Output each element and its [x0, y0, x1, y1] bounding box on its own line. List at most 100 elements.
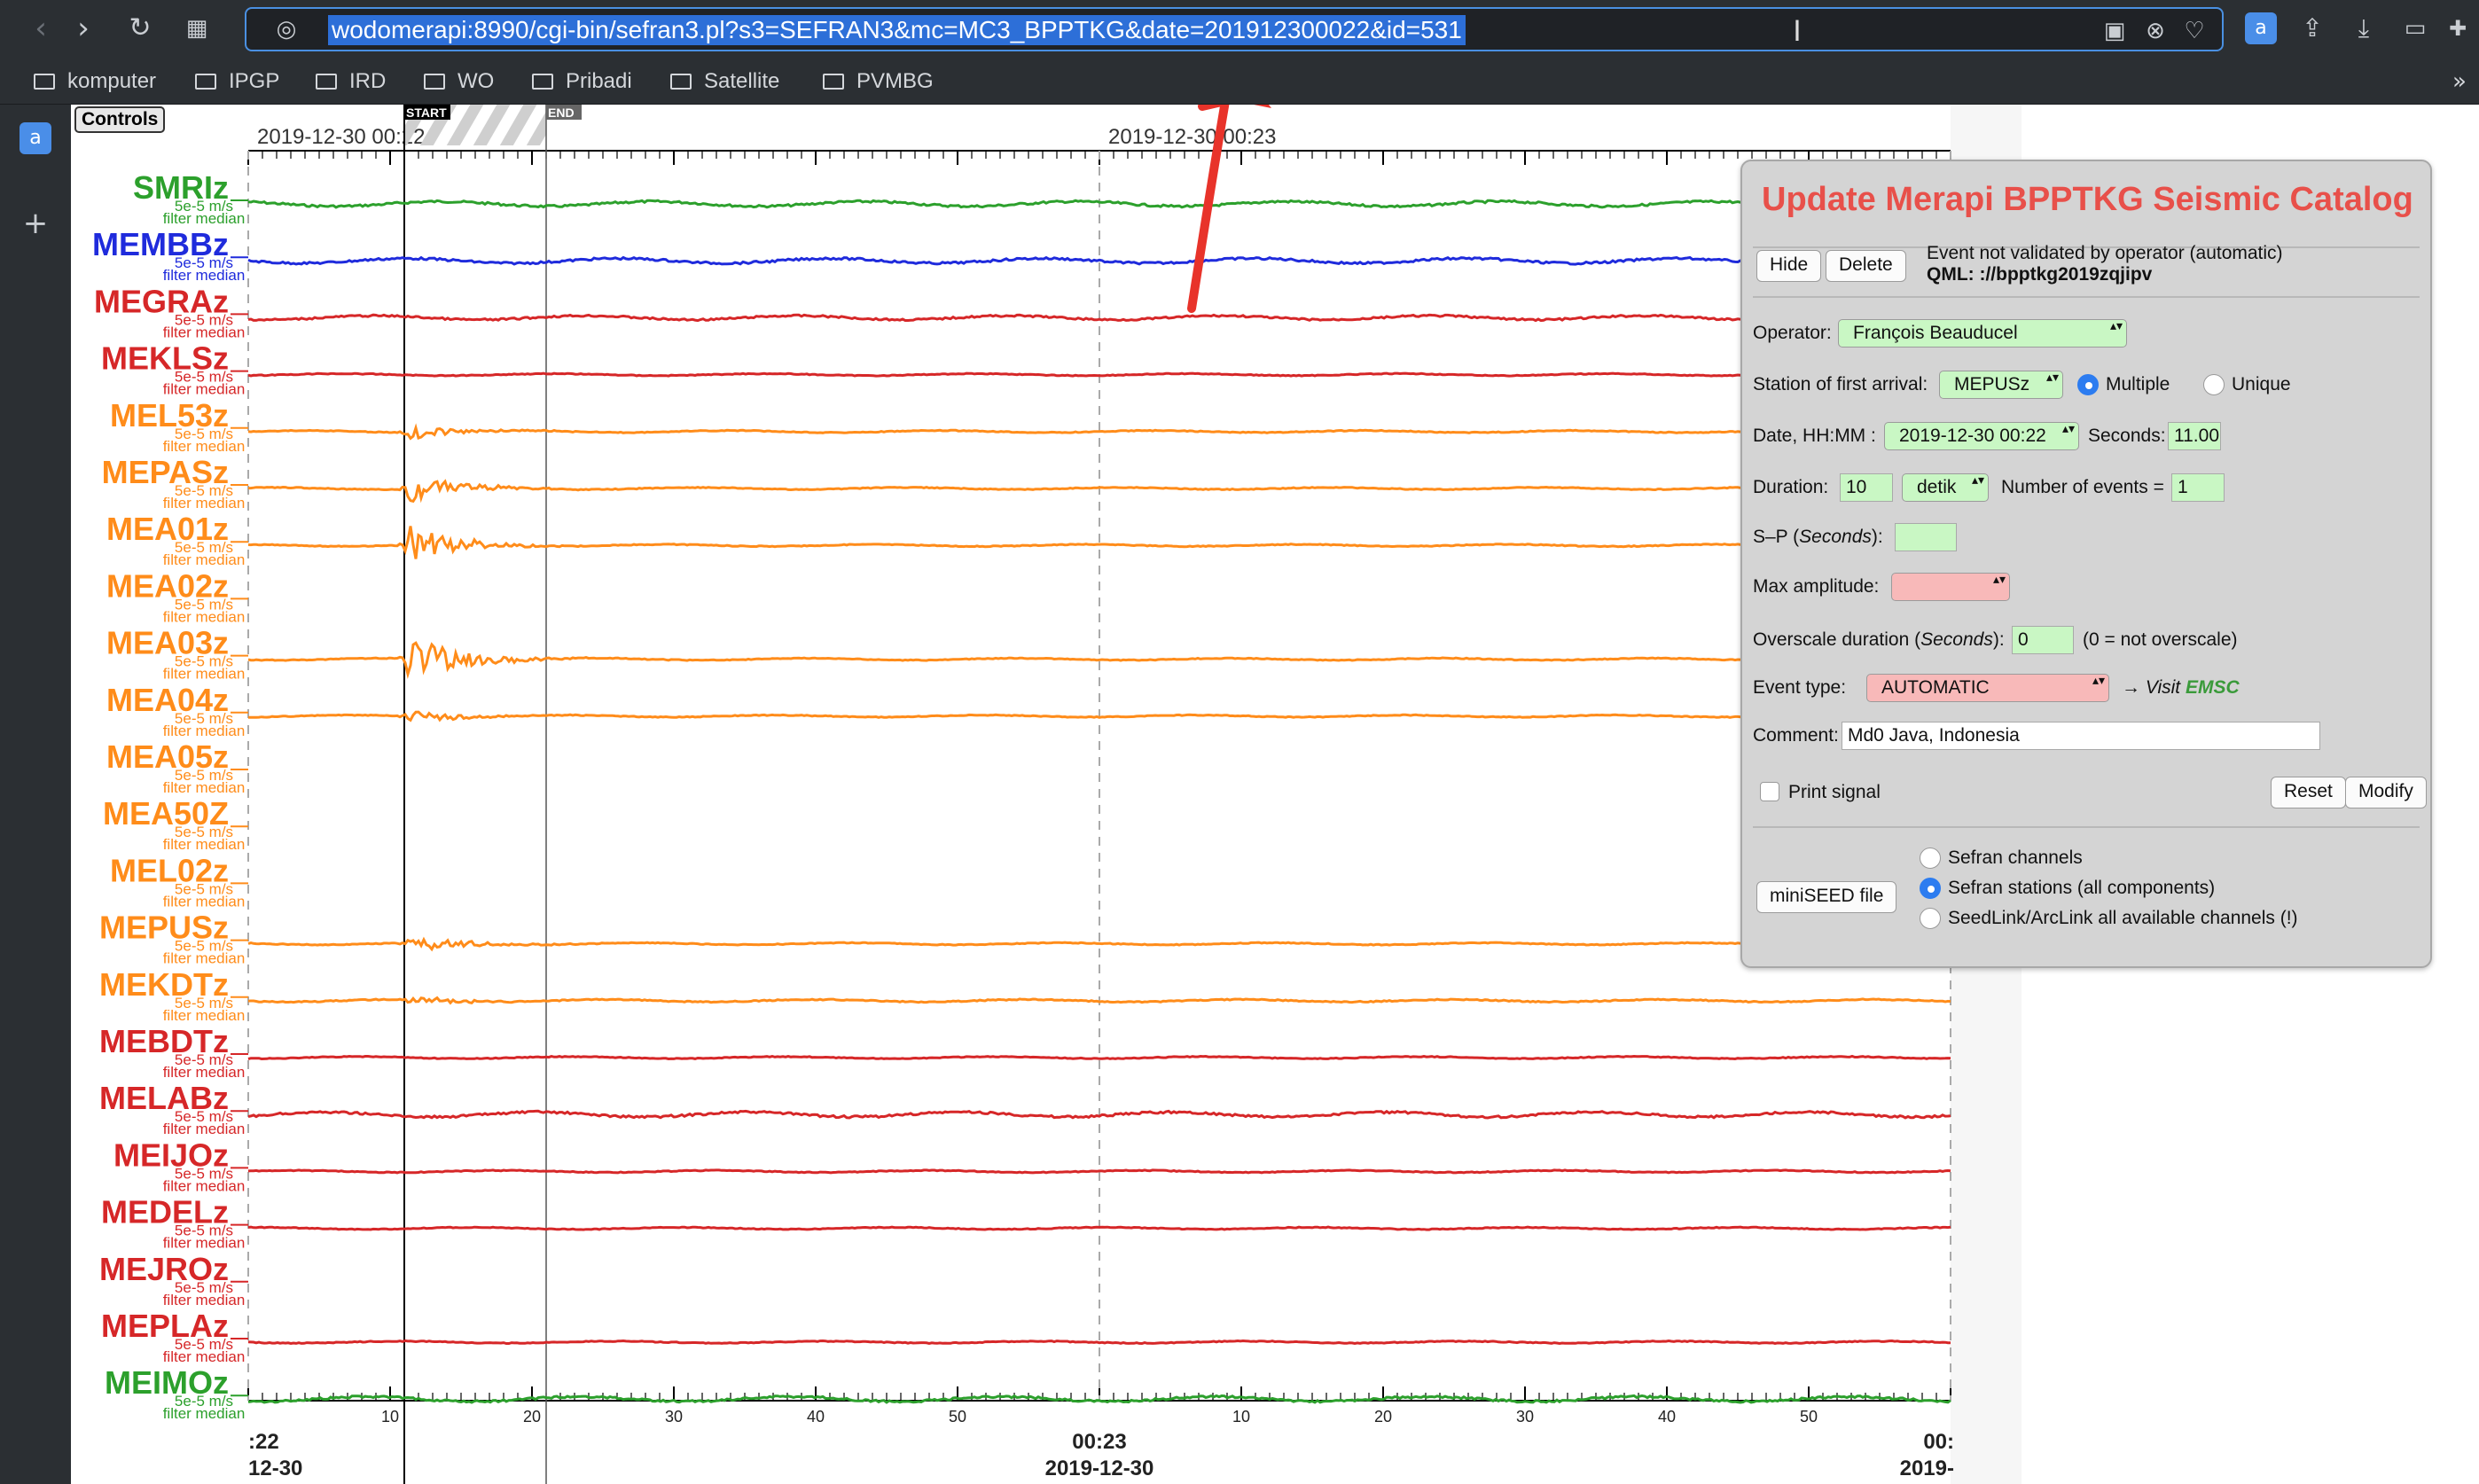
multiple-radio[interactable]	[2077, 374, 2099, 395]
channel-labels: SMRIz5e-5 m/sfilter medianMEMBBz5e-5 m/s…	[92, 169, 248, 1422]
bookmark-pvmbg[interactable]: PVMBG	[823, 67, 934, 96]
channel-filter: filter median	[163, 551, 246, 568]
eventtype-select[interactable]: AUTOMATIC	[1866, 674, 2109, 702]
tick-label: 40	[1658, 1408, 1676, 1425]
reset-button[interactable]: Reset	[2271, 777, 2346, 808]
heart-icon[interactable]: ♡	[2179, 16, 2209, 46]
toggle-icon[interactable]: ▭	[2396, 9, 2435, 48]
sp-label-post: ):	[1871, 527, 1883, 547]
duration-unit-select[interactable]: detik	[1902, 473, 1989, 502]
hide-button[interactable]: Hide	[1756, 250, 1822, 282]
overscale-input[interactable]: 0	[2012, 626, 2074, 654]
arrow-head	[1254, 105, 1271, 108]
globe-icon: ◎	[276, 16, 297, 43]
validation-status: Event not validated by operator (automat…	[1927, 243, 2283, 263]
overscale-label-post: ):	[1992, 629, 2005, 650]
new-tab-icon[interactable]: ✚	[2442, 9, 2474, 48]
cursor-icon: I	[1793, 14, 1802, 48]
nevents-input[interactable]: 1	[2171, 473, 2225, 502]
overscale-note: (0 = not overscale)	[2083, 629, 2238, 650]
translate-icon[interactable]: a	[20, 122, 51, 154]
channel-filter: filter median	[163, 1177, 246, 1194]
controls-button[interactable]: Controls	[74, 106, 166, 133]
delete-button[interactable]: Delete	[1826, 250, 1906, 282]
download-icon[interactable]: ⤓	[2344, 9, 2383, 48]
visit-label: → Visit	[2122, 677, 2186, 698]
print-signal-checkbox[interactable]	[1760, 782, 1779, 801]
update-catalog-dialog: Update Merapi BPPTKG Seismic Catalog Hid…	[1740, 160, 2432, 968]
forward-icon[interactable]: ›	[64, 9, 103, 48]
bottom-date-label: 12-30	[248, 1457, 302, 1480]
sefran-channels-radio[interactable]	[1920, 847, 1941, 869]
emsc-link[interactable]: EMSC	[2186, 677, 2240, 698]
arrow-shaft	[1187, 105, 1230, 313]
seconds-input[interactable]: 11.00	[2168, 422, 2221, 450]
tick-label: 50	[949, 1408, 966, 1425]
overscale-label-em: Seconds	[1920, 629, 1993, 650]
channel-filter: filter median	[163, 1121, 246, 1137]
close-circle-icon[interactable]: ⊗	[2140, 16, 2170, 46]
tick-label: 20	[1374, 1408, 1392, 1425]
qml-label: QML:	[1927, 264, 1980, 285]
comment-input[interactable]: Md0 Java, Indonesia	[1842, 722, 2320, 750]
bookmark-satellite[interactable]: Satellite	[670, 67, 779, 96]
add-icon[interactable]: +	[16, 204, 55, 243]
bookmark-pribadi[interactable]: Pribadi	[532, 67, 632, 96]
browser-sidebar: a +	[0, 105, 71, 1484]
sp-label: S–P (Seconds):	[1753, 527, 1883, 548]
address-bar[interactable]: ◎ wodomerapi:8990/cgi-bin/sefran3.pl?s3=…	[245, 7, 2224, 51]
seismogram-plot: 2019-12-30 00:22 2019-12-30 00:23START END…	[92, 105, 1954, 1484]
channel-filter: filter median	[163, 381, 246, 398]
channel-filter: filter median	[163, 722, 246, 739]
more-icon[interactable]: »	[2452, 67, 2467, 96]
bottom-date-label: 2019-	[1900, 1457, 1954, 1480]
tick-label: 10	[381, 1408, 399, 1425]
visit-line: → Visit EMSC	[2122, 677, 2240, 699]
nevents-label: Number of events =	[2001, 477, 2164, 497]
station-select[interactable]: MEPUSz	[1939, 371, 2063, 399]
channel-filter: filter median	[163, 836, 246, 853]
translate-icon[interactable]: a	[2245, 12, 2277, 44]
sefran-stations-radio[interactable]	[1920, 878, 1941, 899]
duration-input[interactable]: 10	[1840, 473, 1893, 502]
bookmark-label: komputer	[67, 69, 157, 93]
tick-label: 50	[1800, 1408, 1818, 1425]
overscale-label-pre: Overscale duration (	[1753, 629, 1921, 650]
camera-icon[interactable]: ▣	[2100, 16, 2130, 46]
channel-filter: filter median	[163, 1348, 246, 1365]
back-icon[interactable]: ‹	[21, 9, 60, 48]
bookmark-komputer[interactable]: komputer	[34, 67, 156, 96]
bookmark-label: Pribadi	[566, 69, 632, 93]
sp-input[interactable]	[1895, 523, 1957, 551]
start-label: START	[406, 105, 447, 120]
modify-button[interactable]: Modify	[2345, 777, 2427, 808]
seedlink-radio[interactable]	[1920, 908, 1941, 929]
reload-icon[interactable]: ↻	[121, 9, 160, 48]
bookmark-wo[interactable]: WO	[424, 67, 494, 96]
channel-filter: filter median	[163, 210, 246, 227]
folder-icon	[195, 74, 216, 90]
share-icon[interactable]: ⇪	[2293, 9, 2332, 48]
bookmark-label: IPGP	[229, 69, 280, 93]
folder-icon	[34, 74, 55, 90]
unique-radio[interactable]	[2203, 374, 2225, 395]
tick-label: 10	[1232, 1408, 1250, 1425]
date-label: Date, HH:MM :	[1753, 426, 1876, 446]
station-label: Station of first arrival:	[1753, 374, 1928, 394]
operator-select[interactable]: François Beauducel	[1838, 319, 2127, 348]
bookmark-ird[interactable]: IRD	[316, 67, 386, 96]
channel-filter: filter median	[163, 267, 246, 284]
channel-filter: filter median	[163, 438, 246, 455]
channel-filter: filter median	[163, 1292, 246, 1308]
maxamp-select[interactable]	[1891, 573, 2010, 601]
maxamp-label: Max amplitude:	[1753, 576, 1880, 597]
url-input[interactable]: wodomerapi:8990/cgi-bin/sefran3.pl?s3=SE…	[328, 15, 1466, 45]
tick-label: 40	[807, 1408, 825, 1425]
miniseed-button[interactable]: miniSEED file	[1756, 881, 1897, 913]
seedlink-label: SeedLink/ArcLink all available channels …	[1948, 908, 2298, 928]
grid-icon[interactable]: ▦	[177, 9, 216, 48]
date-select[interactable]: 2019-12-30 00:22	[1884, 422, 2079, 450]
bookmark-label: WO	[457, 69, 495, 93]
bookmark-ipgp[interactable]: IPGP	[195, 67, 279, 96]
sefran-stations-label: Sefran stations (all components)	[1948, 878, 2216, 898]
